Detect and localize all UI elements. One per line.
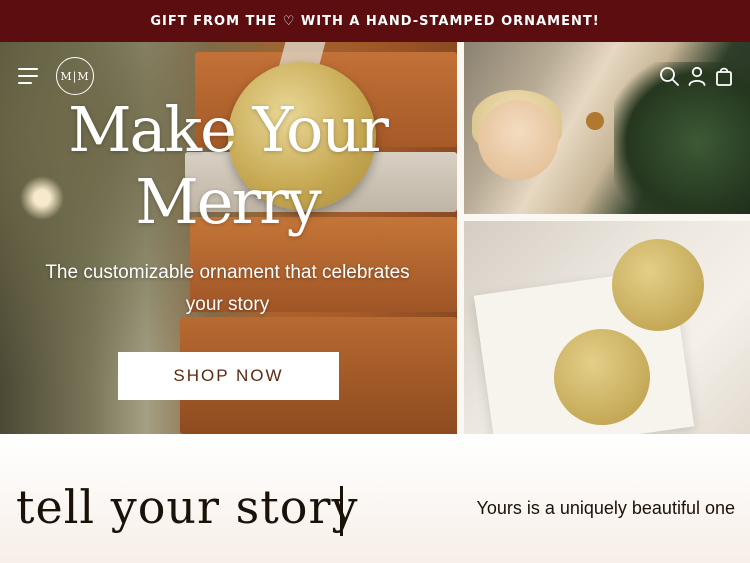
hero-image-ornament-box xyxy=(464,221,750,434)
cart-icon[interactable] xyxy=(714,66,734,86)
hero-title: Make Your Merry xyxy=(20,94,435,238)
shop-now-button[interactable]: SHOP NOW xyxy=(118,352,339,400)
hero-title-line1: Make Your xyxy=(68,93,389,166)
hero-subtitle: The customizable ornament that celebrate… xyxy=(20,257,435,321)
story-section: tell your story Yours is a uniquely beau… xyxy=(0,434,750,563)
hero-image-child-tree xyxy=(464,42,750,214)
hero-subtitle-line2: your story xyxy=(185,294,270,315)
menu-icon[interactable] xyxy=(18,68,38,84)
hero-title-line2: Merry xyxy=(135,165,321,238)
typing-cursor xyxy=(340,486,343,536)
hanging-ornament xyxy=(586,112,604,130)
hero-subtitle-line1: The customizable ornament that celebrate… xyxy=(45,262,410,283)
story-tagline: Yours is a uniquely beautiful one xyxy=(476,498,735,518)
promo-text: GIFT FROM THE ♡ WITH A HAND-STAMPED ORNA… xyxy=(150,13,600,29)
promo-banner[interactable]: GIFT FROM THE ♡ WITH A HAND-STAMPED ORNA… xyxy=(0,0,750,42)
search-icon[interactable] xyxy=(659,66,679,86)
logo-text: M|M xyxy=(60,69,90,83)
story-title: tell your story xyxy=(16,480,359,534)
hero-image-main: Make Your Merry The customizable ornamen… xyxy=(0,42,457,434)
gold-ornament xyxy=(612,239,704,331)
child-face xyxy=(478,100,558,180)
account-icon[interactable] xyxy=(687,66,707,86)
gold-ornament xyxy=(554,329,650,425)
brand-logo[interactable]: M|M xyxy=(56,57,94,95)
